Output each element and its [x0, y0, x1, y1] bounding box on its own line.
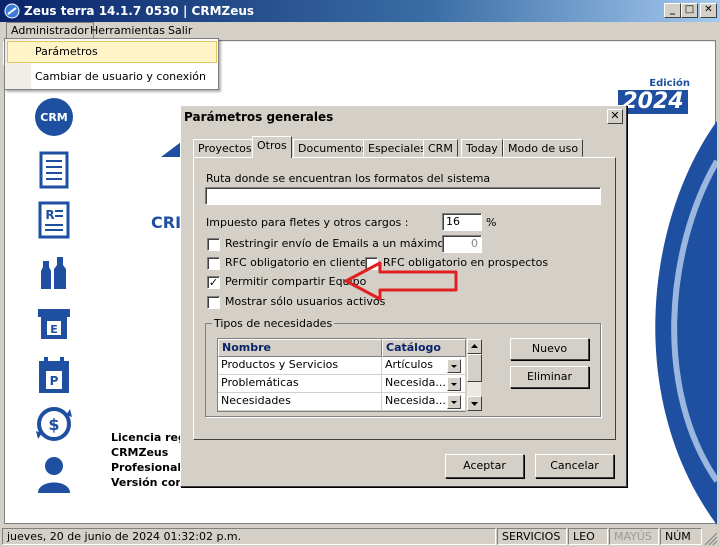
window-title-bar: Zeus terra 14.1.7 0530 | CRMZeus _ □ ✕	[0, 0, 720, 22]
grid-vertical-scrollbar[interactable]	[466, 338, 482, 412]
impuesto-label: Impuesto para fletes y otros cargos :	[206, 216, 409, 229]
menu-item-parametros[interactable]: Parámetros	[35, 45, 98, 58]
grid-header-catalogo[interactable]: Catálogo	[382, 339, 466, 357]
bottles-icon[interactable]	[33, 251, 75, 293]
license-line-1: Licencia regi	[111, 431, 190, 444]
calendar-p-icon[interactable]: P	[33, 355, 75, 397]
nuevo-button[interactable]: Nuevo	[510, 338, 589, 360]
tab-documentos[interactable]: Documentos	[293, 139, 373, 157]
edition-year-badge: 2024	[618, 90, 688, 114]
menu-item-cambiar-usuario[interactable]: Cambiar de usuario y conexión	[35, 70, 206, 83]
scroll-up-icon[interactable]	[467, 339, 482, 354]
restringir-emails-label: Restringir envío de Emails a un máximo d…	[225, 237, 466, 250]
minimize-button[interactable]: _	[664, 3, 681, 18]
license-line-4: Versión com	[111, 476, 187, 489]
dialog-title: Parámetros generales	[184, 110, 334, 124]
scroll-thumb[interactable]	[467, 354, 482, 382]
tab-especiales[interactable]: Especiales	[363, 139, 431, 157]
status-servicios: SERVICIOS	[497, 528, 567, 545]
grid-header-nombre[interactable]: Nombre	[218, 339, 382, 357]
max-emails-input[interactable]: 0	[442, 235, 482, 253]
tab-crm[interactable]: CRM	[423, 139, 458, 157]
impuesto-input[interactable]: 16	[442, 213, 482, 231]
usuarios-activos-checkbox[interactable]	[207, 296, 220, 309]
resize-grip-icon[interactable]	[704, 532, 718, 546]
aceptar-button[interactable]: Aceptar	[445, 454, 524, 478]
eliminar-button[interactable]: Eliminar	[510, 366, 589, 388]
license-line-2: CRMZeus	[111, 446, 169, 459]
annotation-arrow-icon	[344, 261, 458, 301]
status-mayus: MAYÚS	[609, 528, 659, 545]
menu-administrador[interactable]: Administrador	[6, 22, 94, 39]
logo-partial-text: CRI	[151, 213, 182, 232]
status-datetime: jueves, 20 de junio de 2024 01:32:02 p.m…	[2, 528, 496, 545]
necesidades-grid: Nombre Catálogo Productos y Servicios Ar…	[217, 338, 467, 412]
cancelar-button[interactable]: Cancelar	[535, 454, 614, 478]
necesidades-title: Tipos de necesidades	[212, 317, 335, 330]
report-icon[interactable]: R	[33, 199, 75, 241]
ruta-input[interactable]	[205, 187, 601, 205]
calendar-p-label: P	[50, 374, 59, 388]
status-num: NÚM	[660, 528, 702, 545]
catalogo-dropdown-icon[interactable]	[447, 359, 461, 373]
grid-cell-nombre[interactable]: Necesidades	[218, 393, 382, 411]
license-line-3: Profesional	[111, 461, 182, 474]
rfc-clientes-checkbox[interactable]	[207, 257, 220, 270]
maximize-button[interactable]: □	[681, 3, 698, 18]
crm-icon-label: CRM	[40, 111, 68, 124]
ruta-label: Ruta donde se encuentran los formatos de…	[206, 172, 491, 185]
grid-cell-nombre[interactable]: Productos y Servicios	[218, 357, 382, 375]
tab-today[interactable]: Today	[461, 139, 503, 157]
scroll-down-icon[interactable]	[467, 396, 482, 411]
crm-icon[interactable]: CRM	[33, 96, 75, 138]
impuesto-unit: %	[486, 216, 497, 229]
user-icon[interactable]	[33, 453, 75, 495]
status-user: LEO	[568, 528, 608, 545]
tab-otros[interactable]: Otros	[252, 136, 292, 158]
close-button[interactable]: ✕	[700, 3, 717, 18]
compartir-equipo-checkbox[interactable]: ✓	[207, 276, 220, 289]
tab-proyectos[interactable]: Proyectos	[193, 139, 257, 157]
menu-herramientas[interactable]: Herramientas	[90, 24, 165, 37]
tab-modo-de-uso[interactable]: Modo de uso	[503, 139, 584, 157]
archive-e-label: E	[50, 323, 58, 336]
edition-label: Edición	[649, 78, 690, 89]
window-title: Zeus terra 14.1.7 0530 | CRMZeus	[24, 4, 255, 18]
menu-salir[interactable]: Salir	[168, 24, 192, 37]
dialog-title-bar: Parámetros generales ✕	[182, 107, 625, 127]
catalogo-dropdown-icon[interactable]	[447, 377, 461, 391]
grid-cell-nombre[interactable]: Problemáticas	[218, 375, 382, 393]
svg-text:R: R	[45, 208, 54, 222]
restringir-emails-checkbox[interactable]	[207, 238, 220, 251]
catalogo-dropdown-icon[interactable]	[447, 395, 461, 409]
app-icon	[4, 3, 20, 19]
archive-e-icon[interactable]: E	[33, 303, 75, 345]
document-list-icon[interactable]	[33, 149, 75, 191]
svg-text:$: $	[48, 415, 59, 434]
status-bar: jueves, 20 de junio de 2024 01:32:02 p.m…	[0, 526, 720, 547]
money-cycle-icon[interactable]: $	[33, 403, 75, 445]
administrador-dropdown: Parámetros Cambiar de usuario y conexión	[4, 38, 219, 90]
dialog-close-button[interactable]: ✕	[607, 109, 623, 124]
